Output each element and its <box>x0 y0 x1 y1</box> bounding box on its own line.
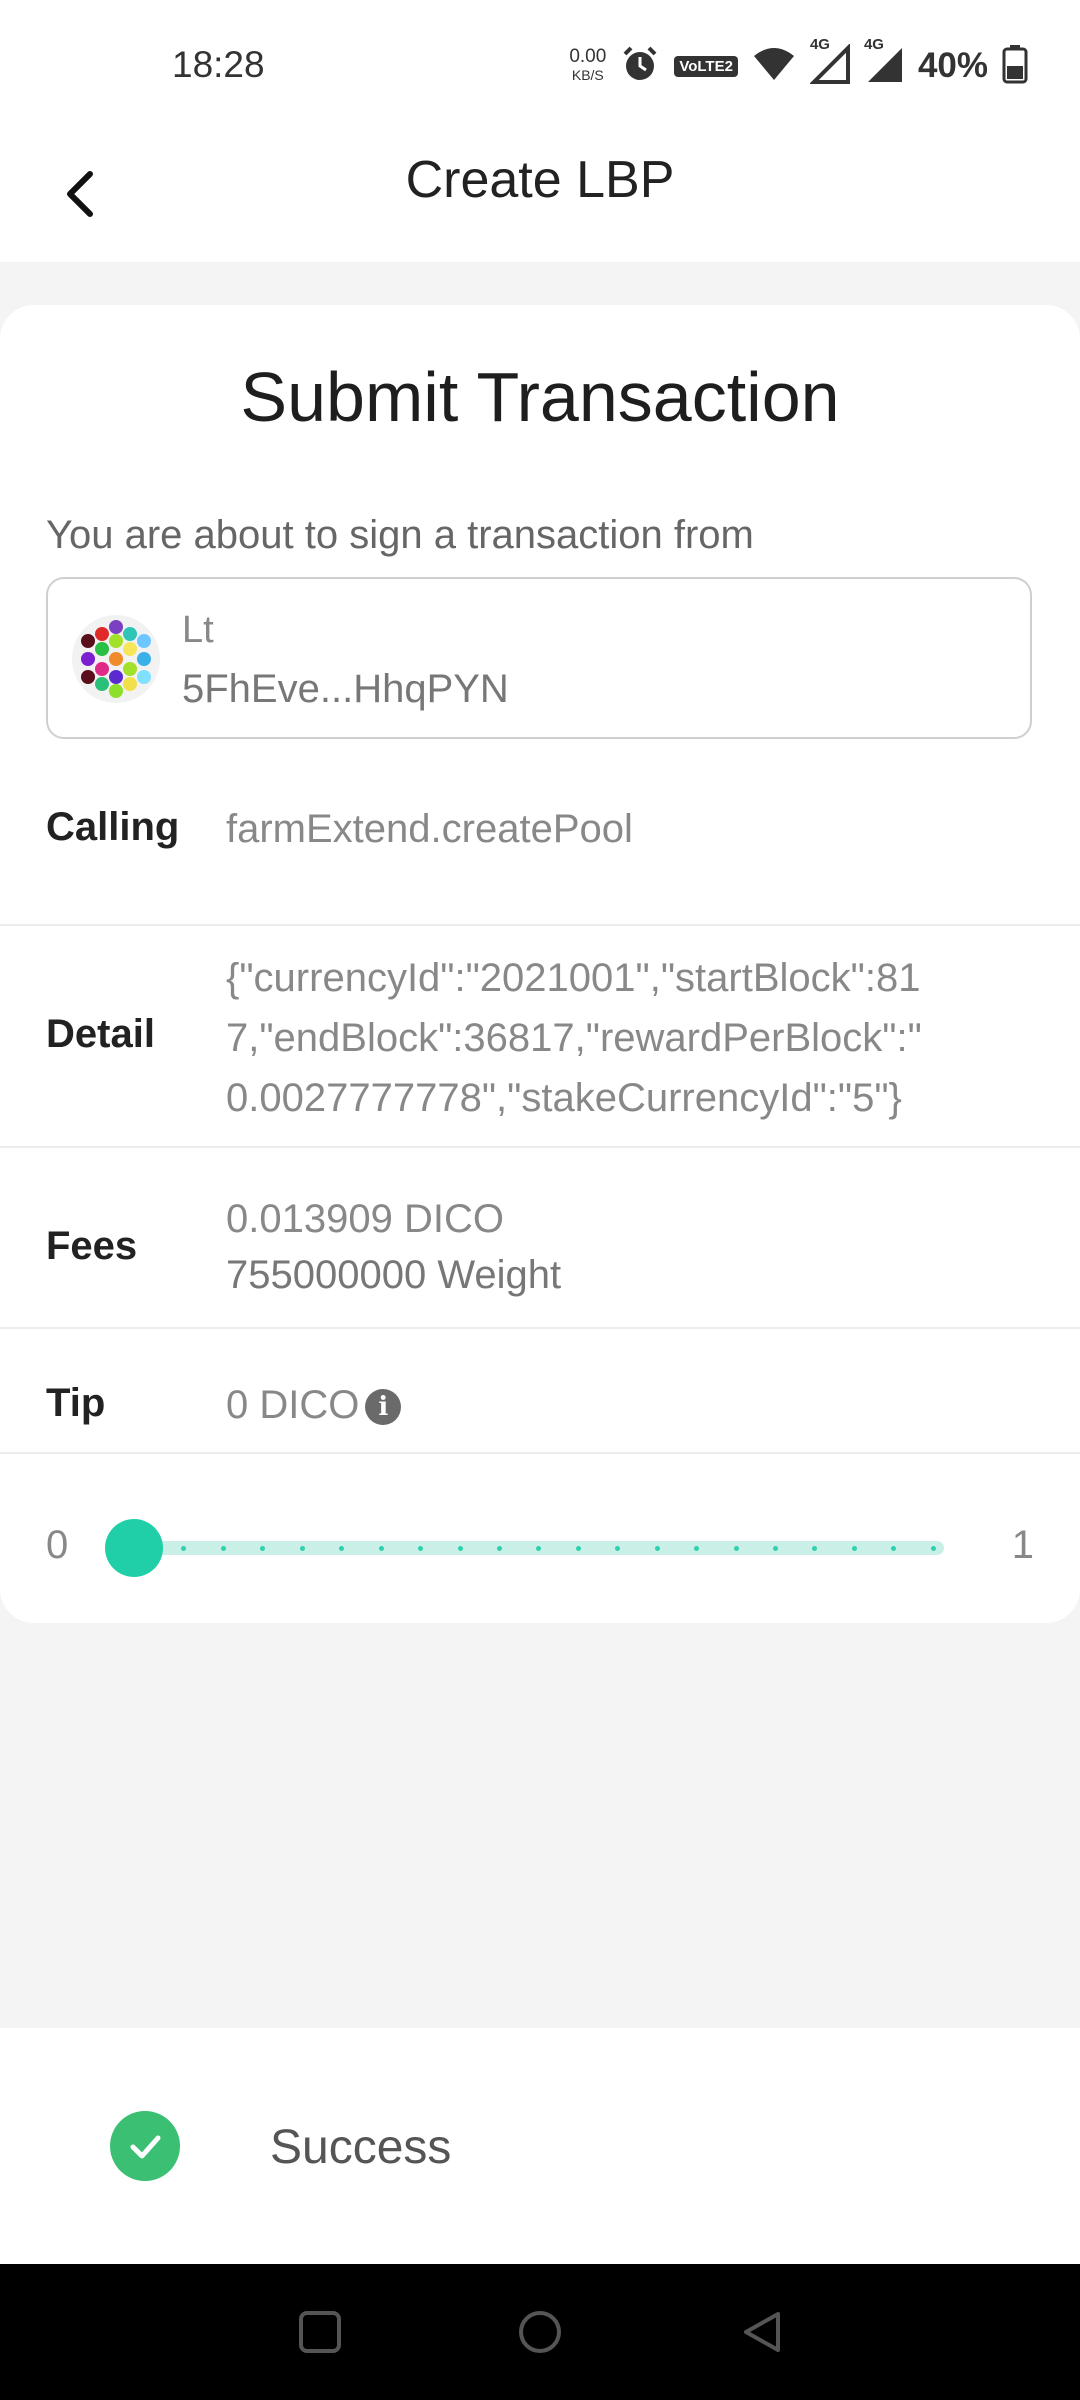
sign-label: You are about to sign a transaction from <box>46 513 754 557</box>
fees-weight: 755000000 Weight <box>226 1253 562 1297</box>
account-name: Lt <box>182 609 214 651</box>
slider-ticks <box>134 1541 944 1555</box>
net-type-label-2: 4G <box>863 35 884 53</box>
back-nav-button[interactable] <box>732 2302 792 2362</box>
app-header: Create LBP <box>0 130 1080 262</box>
account-address: 5FhEve...HhqPYN <box>182 667 509 711</box>
account-selector[interactable]: Lt 5FhEve...HhqPYN <box>46 577 1032 739</box>
fees-value: 0.013909 DICO 755000000 Weight <box>226 1191 561 1303</box>
triangle-back-icon <box>744 2312 780 2352</box>
divider <box>0 1452 1080 1454</box>
signal-icon-1: 4G <box>809 36 850 89</box>
tip-slider-thumb[interactable] <box>105 1519 163 1577</box>
volte-icon: VoLTE2 <box>674 55 738 77</box>
net-speed: 0.00 KB/S <box>569 46 607 84</box>
home-button[interactable] <box>510 2302 570 2362</box>
fees-label: Fees <box>46 1224 138 1268</box>
check-circle-icon <box>110 2111 180 2181</box>
divider <box>0 1327 1080 1329</box>
net-speed-unit: KB/S <box>571 67 604 83</box>
calling-label: Calling <box>46 805 180 849</box>
slider-min-label: 0 <box>46 1523 69 1567</box>
detail-line-3: 0.0027777778","stakeCurrencyId":"5"} <box>226 1076 902 1120</box>
tip-value-row: 0 DICO i <box>226 1375 402 1435</box>
detail-value: {"currencyId":"2021001","startBlock":81 … <box>226 948 922 1128</box>
slider-max-label: 1 <box>1011 1523 1034 1567</box>
transaction-card: Submit Transaction You are about to sign… <box>0 305 1080 1623</box>
tip-value: 0 DICO <box>226 1383 360 1427</box>
system-nav-bar <box>0 2264 1080 2400</box>
fees-amount: 0.013909 DICO <box>226 1197 504 1241</box>
alarm-icon <box>620 44 660 89</box>
tip-label: Tip <box>46 1381 106 1425</box>
circle-icon <box>519 2311 561 2353</box>
success-text: Success <box>270 2121 452 2174</box>
status-time: 18:28 <box>172 44 265 85</box>
square-icon <box>299 2311 341 2353</box>
detail-line-2: 7,"endBlock":36817,"rewardPerBlock":" <box>226 1016 922 1060</box>
page-title: Create LBP <box>405 151 675 209</box>
divider <box>0 924 1080 926</box>
divider <box>0 1146 1080 1148</box>
battery-icon <box>1002 44 1028 89</box>
avatar <box>72 615 160 703</box>
card-title: Submit Transaction <box>240 358 840 436</box>
recents-button[interactable] <box>290 2302 350 2362</box>
calling-value: farmExtend.createPool <box>226 807 633 851</box>
signal-icon-2: 4G <box>864 36 904 89</box>
info-icon[interactable]: i <box>365 1389 402 1426</box>
battery-percent: 40% <box>917 46 988 85</box>
detail-line-1: {"currencyId":"2021001","startBlock":81 <box>226 956 921 1000</box>
status-bar: 18:28 0.00 KB/S VoLTE2 4G 4G 40% <box>0 0 1080 130</box>
wifi-icon <box>752 46 796 87</box>
net-type-label-1: 4G <box>809 35 830 53</box>
net-speed-value: 0.00 <box>569 46 607 67</box>
status-icons: 0.00 KB/S VoLTE2 4G 4G 40% <box>569 36 1028 89</box>
success-toast: Success <box>0 2028 1080 2264</box>
detail-label: Detail <box>46 1012 155 1056</box>
tip-slider-track[interactable] <box>134 1541 944 1555</box>
